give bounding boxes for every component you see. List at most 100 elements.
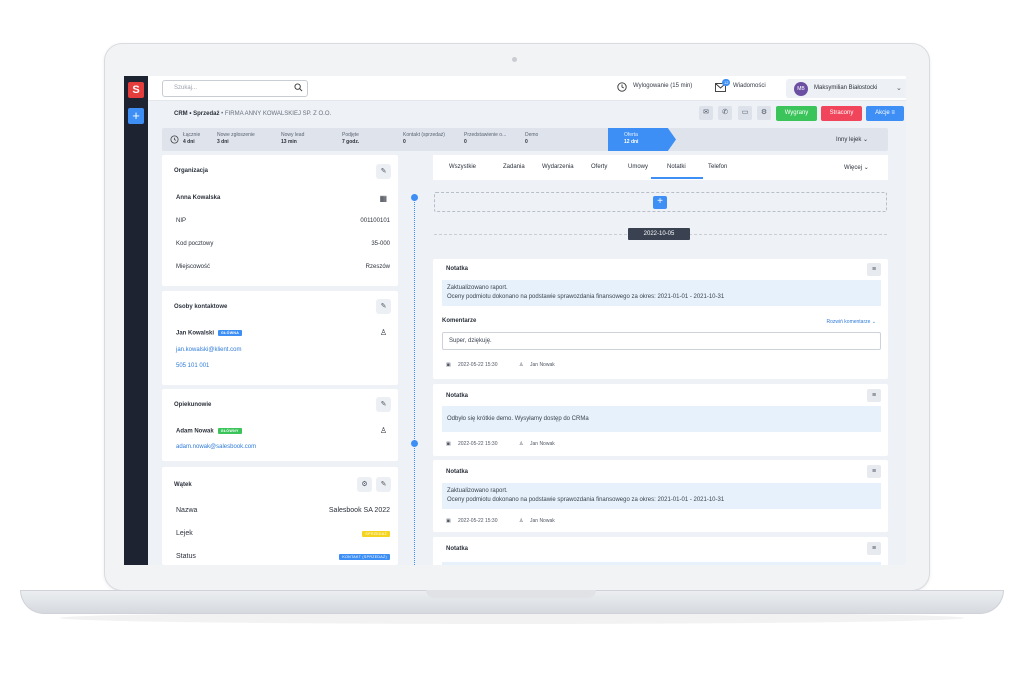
tab-events[interactable]: Wydarzenia: [542, 164, 574, 170]
note-title: Notatka: [446, 266, 469, 272]
email-action-icon[interactable]: ✉: [699, 106, 713, 120]
tab-phone[interactable]: Telefon: [708, 164, 727, 170]
menu-icon[interactable]: ≡: [867, 542, 881, 555]
guardian-name-text: Adam Nowak: [176, 428, 214, 435]
note-author: Jan Nowak: [530, 518, 555, 524]
user-menu[interactable]: MB Maksymilian Białostocki ⌄: [786, 79, 906, 98]
comments-label: Komentarze: [442, 318, 477, 324]
menu-icon[interactable]: ≡: [867, 389, 881, 402]
tab-tasks[interactable]: Zadania: [503, 164, 525, 170]
note-title: Notatka: [446, 469, 469, 475]
stage-value: 7 godz.: [342, 139, 360, 145]
guardians-title: Opiekunowie: [174, 402, 212, 408]
contact-name-text: Jan Kowalski: [176, 330, 215, 337]
funnel-label: Inny lejek: [836, 137, 862, 143]
tab-offers[interactable]: Oferty: [591, 164, 607, 170]
contact-email-link[interactable]: jan.kowalski@klient.com: [176, 347, 241, 353]
expand-comments-link[interactable]: Rozwiń komentarze ⌄: [827, 319, 877, 325]
expand-comments-label: Rozwiń komentarze: [826, 319, 871, 325]
stage-value: 0: [525, 139, 528, 145]
note-date: 2022-05-22 15:30: [458, 441, 498, 447]
note-line: Zaktualizowano raport.: [447, 285, 508, 291]
field-label: Lejek: [176, 530, 193, 537]
active-tab-indicator: [651, 177, 703, 179]
building-icon: ▦: [379, 194, 387, 203]
edit-pencil-icon[interactable]: ✎: [376, 164, 391, 179]
note-line: Odbyło się krótkie demo. Wysyłamy dostęp…: [447, 416, 589, 422]
contact-phone-link[interactable]: 505 101 001: [176, 363, 209, 369]
pipeline-stage[interactable]: Podjęte 7 godz.: [342, 132, 359, 146]
phone-action-icon[interactable]: ✆: [718, 106, 732, 120]
field-label: Status: [176, 553, 196, 560]
tab-all[interactable]: Wszystkie: [449, 164, 476, 170]
tab-notes[interactable]: Notatki: [667, 164, 686, 170]
app-screen: S + Szukaj... Wylogowanie (15 min) 12 Wi…: [124, 76, 906, 565]
app-logo[interactable]: S: [128, 82, 144, 98]
add-new-button[interactable]: +: [128, 108, 144, 124]
note-card: Notatka ≡ Zaktualizowano raport. Oceny p…: [433, 259, 888, 379]
history-icon: [170, 135, 179, 144]
menu-icon[interactable]: ≡: [867, 263, 881, 276]
note-body: [442, 562, 881, 565]
logout-timer[interactable]: Wylogowanie (15 min): [633, 83, 692, 89]
messages-link[interactable]: Wiadomości: [733, 83, 766, 89]
stage-label: Demo: [525, 132, 539, 138]
breadcrumb-module[interactable]: CRM: [174, 111, 188, 117]
stage-value: 3 dni: [217, 139, 229, 145]
guardian-email-link[interactable]: adam.nowak@salesbook.com: [176, 444, 256, 450]
person-icon: ♙: [379, 328, 387, 337]
laptop-mockup: S + Szukaj... Wylogowanie (15 min) 12 Wi…: [0, 0, 1024, 682]
sms-action-icon[interactable]: ▭: [738, 106, 752, 120]
primary-badge: GŁÓWNA: [218, 330, 243, 336]
more-tabs-dropdown[interactable]: Więcej ⌄: [844, 164, 869, 171]
edit-pencil-icon[interactable]: ✎: [376, 477, 391, 492]
won-button[interactable]: Wygrany: [776, 106, 817, 121]
tab-contracts[interactable]: Umowy: [628, 164, 648, 170]
edit-pencil-icon[interactable]: ✎: [376, 397, 391, 412]
person-icon: ♙: [519, 441, 524, 447]
search-icon[interactable]: [294, 83, 303, 92]
stage-label: Oferta: [624, 132, 638, 138]
note-date: 2022-05-22 15:30: [458, 362, 498, 368]
status-badge: KONTAKT (SPRZEDAŻ): [335, 554, 390, 561]
pipeline-stage[interactable]: Przedstawienie o... 0: [464, 132, 506, 146]
funnel-select[interactable]: Inny lejek ⌄: [836, 136, 868, 143]
sidebar: S +: [124, 76, 148, 565]
breadcrumb-section[interactable]: Sprzedaż: [193, 111, 219, 117]
calendar-icon: ▣: [446, 518, 451, 524]
calendar-icon: ▣: [446, 441, 451, 447]
avatar: MB: [794, 82, 808, 96]
contacts-title: Osoby kontaktowe: [174, 304, 228, 310]
pipeline-stage-current: Oferta 12 dni: [624, 132, 638, 146]
pipeline-stage[interactable]: Kontakt (sprzedaż) 0: [403, 132, 445, 146]
contacts-card: Osoby kontaktowe ✎ Jan Kowalski GŁÓWNA ♙ …: [162, 291, 398, 385]
pipeline-stage[interactable]: Nowy lead 13 min: [281, 132, 304, 146]
lost-button[interactable]: Stracony: [821, 106, 862, 121]
search-placeholder: Szukaj...: [174, 85, 198, 91]
note-card: Notatka ≡ Zaktualizowano raport. Oceny p…: [433, 460, 888, 532]
pipeline-total-label: Łącznie: [183, 132, 201, 138]
search-input[interactable]: Szukaj...: [162, 80, 308, 97]
note-author: Jan Nowak: [530, 441, 555, 447]
person-icon: ♙: [379, 426, 387, 435]
edit-pencil-icon[interactable]: ✎: [376, 299, 391, 314]
pipeline-stage[interactable]: Demo 0: [525, 132, 538, 146]
stage-value: 0: [403, 139, 406, 145]
calendar-icon: ▣: [446, 362, 451, 368]
note-date: 2022-05-22 15:30: [458, 518, 498, 524]
organization-name: Anna Kowalska: [176, 195, 221, 201]
laptop-camera: [512, 57, 517, 62]
pipeline-stage-active[interactable]: [608, 128, 676, 151]
note-card: Notatka ≡ Odbyło się krótkie demo. Wysył…: [433, 384, 888, 456]
comment-field[interactable]: Super, dziękuję.: [442, 332, 881, 350]
pipeline-stage[interactable]: Nowe zgłoszenie 3 dni: [217, 132, 255, 146]
date-chip: 2022-10-05: [628, 228, 690, 240]
more-label: Więcej: [844, 165, 863, 171]
menu-icon[interactable]: ≡: [867, 465, 881, 478]
stage-label: Podjęte: [342, 132, 359, 138]
settings-icon[interactable]: ⚙: [757, 106, 771, 120]
actions-button[interactable]: Akcje ≡: [866, 106, 904, 121]
contact-name: Jan Kowalski GŁÓWNA: [176, 330, 243, 337]
settings-icon[interactable]: ⚙: [357, 477, 372, 492]
add-activity-button[interactable]: +: [653, 196, 667, 209]
